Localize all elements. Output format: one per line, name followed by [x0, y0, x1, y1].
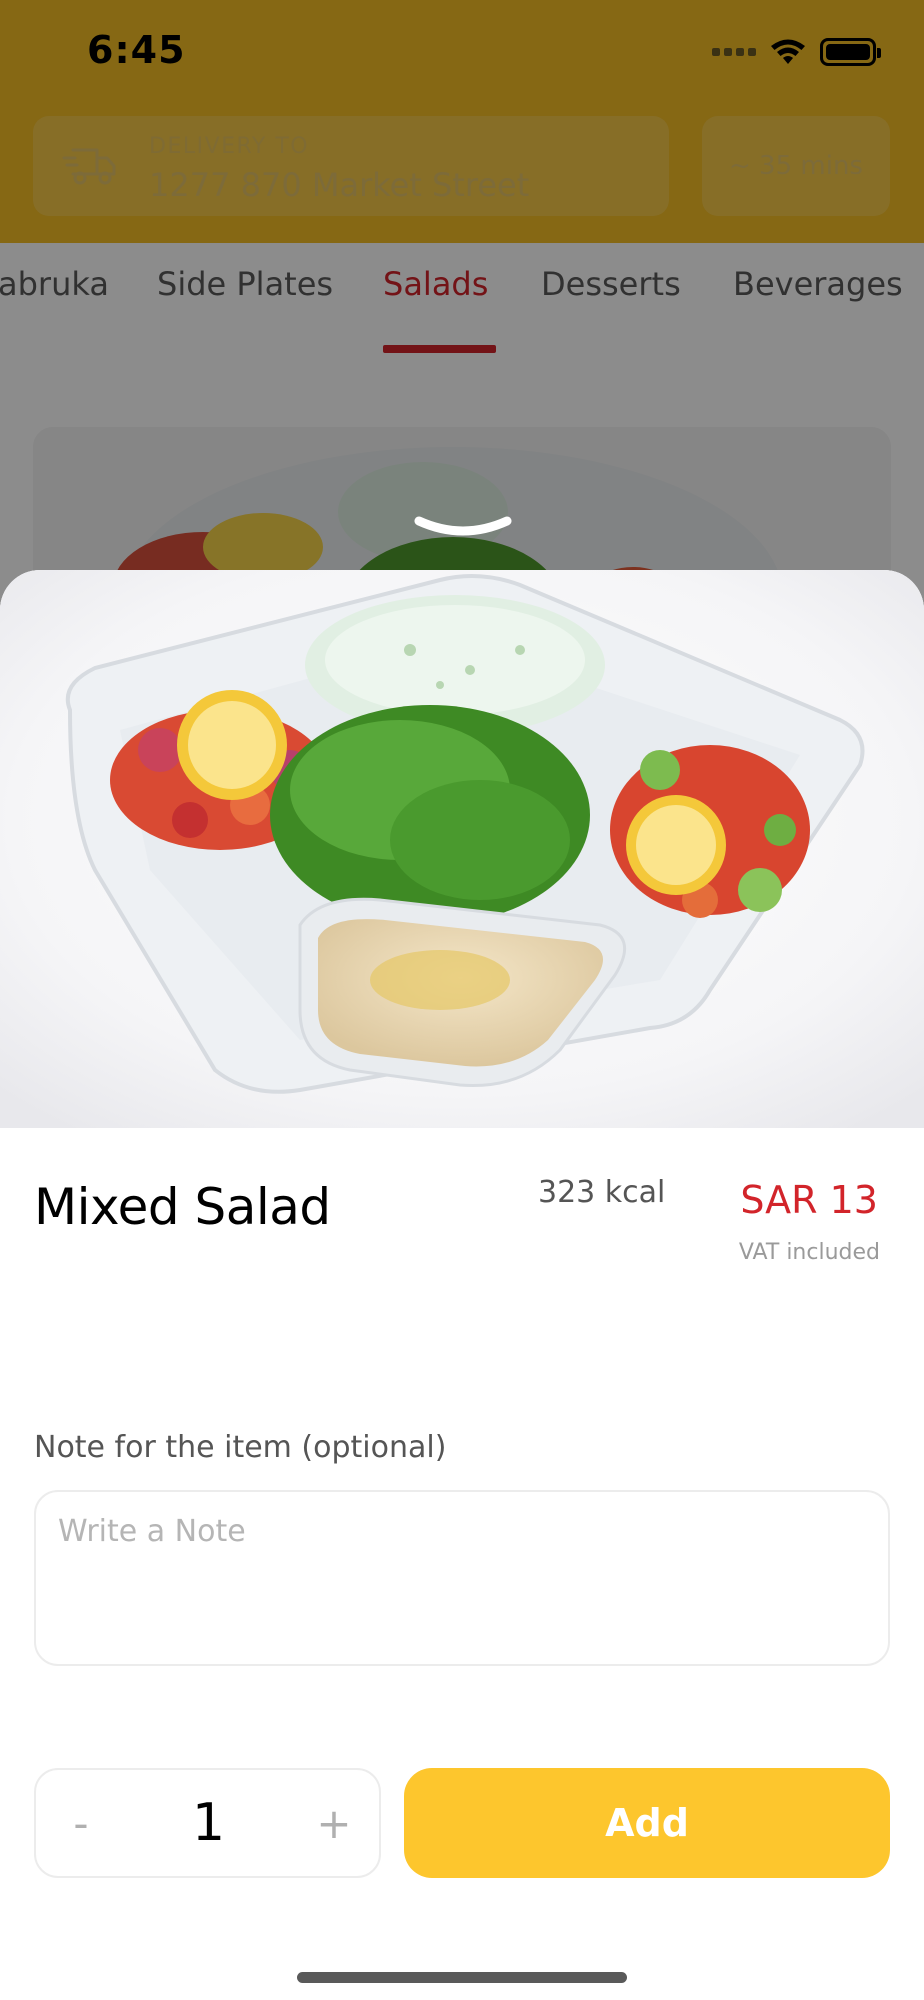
quantity-value: 1	[191, 1793, 226, 1853]
home-indicator[interactable]	[297, 1972, 627, 1983]
add-to-cart-button[interactable]: Add	[404, 1768, 890, 1878]
item-calories: 323 kcal	[538, 1175, 666, 1210]
chevron-down-icon[interactable]	[413, 515, 513, 545]
note-input[interactable]	[34, 1490, 890, 1666]
quantity-stepper: - 1 +	[34, 1768, 381, 1878]
decrease-quantity-button[interactable]: -	[36, 1770, 126, 1876]
item-photo	[0, 570, 924, 1128]
vat-note: VAT included	[738, 1240, 880, 1265]
note-label: Note for the item (optional)	[34, 1430, 447, 1465]
item-price: SAR 13	[740, 1178, 878, 1222]
increase-quantity-button[interactable]: +	[289, 1770, 379, 1876]
item-detail-sheet: Mixed Salad 323 kcal SAR 13 VAT included…	[0, 570, 924, 2000]
salad-image	[0, 570, 924, 1128]
item-name: Mixed Salad	[34, 1178, 331, 1236]
